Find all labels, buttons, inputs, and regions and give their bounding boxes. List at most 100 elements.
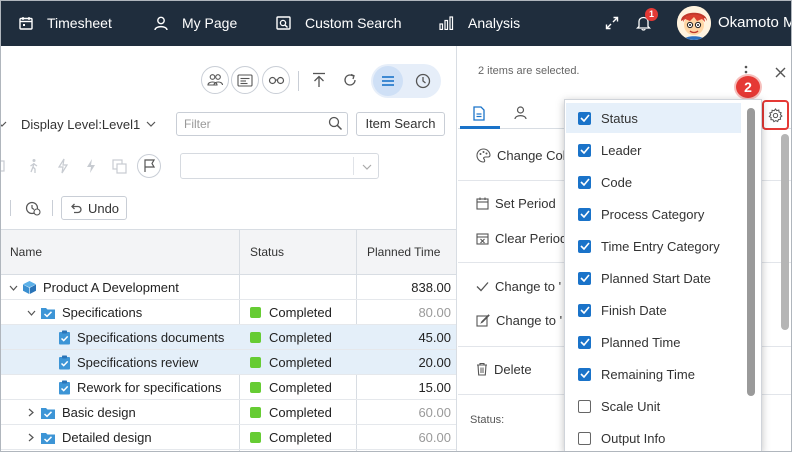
row-planned-time: 838.00 [411,280,451,295]
checkbox-checked-icon[interactable] [578,143,591,157]
status-color-indicator [250,432,261,443]
table-row[interactable]: Basic design Completed 60.00 [0,400,456,425]
table-row[interactable]: Product A Development 838.00 [0,275,456,300]
column-option[interactable]: Status [566,103,741,133]
column-header-planned-time[interactable]: Planned Time [367,230,440,274]
checkbox-checked-icon[interactable] [578,335,591,349]
project-cube-icon [22,280,37,295]
filter-input[interactable]: Filter [176,112,348,136]
column-option[interactable]: Remaining Time [566,359,741,389]
column-settings-button[interactable] [762,100,789,130]
checkbox-checked-icon[interactable] [578,239,591,253]
undo-button[interactable]: Undo [61,196,127,220]
checkbox-checked-icon[interactable] [578,303,591,317]
checkbox-unchecked-icon[interactable] [578,399,591,413]
clear-period-action[interactable]: Clear Period [476,228,567,248]
delete-action[interactable]: Delete [476,359,532,379]
display-level-select[interactable]: Display Level:Level1 [0,114,156,134]
column-option[interactable]: Finish Date [566,295,741,325]
checkbox-unchecked-icon[interactable] [578,431,591,445]
avatar-face-icon [677,6,711,40]
refresh-button[interactable] [336,66,364,94]
menu-scrollbar-thumb[interactable] [747,108,755,396]
column-option[interactable]: Planned Start Date [566,263,741,293]
nav-custom-search[interactable]: Custom Search [276,0,401,46]
change-color-label: Change Col [497,147,566,163]
column-option[interactable]: Time Entry Category [566,231,741,261]
checkbox-checked-icon[interactable] [578,367,591,381]
chevron-down-icon[interactable] [8,285,18,291]
table-row[interactable]: Specifications review Completed 20.00 [0,350,456,375]
column-header-name[interactable]: Name [10,230,42,274]
user-icon [513,106,527,120]
column-separator[interactable] [239,230,240,274]
members-icon [207,74,223,86]
flash-icon [87,159,95,173]
nav-timesheet[interactable]: Timesheet [19,0,112,46]
change-to-action-2[interactable]: Change to ' [476,310,562,330]
checkbox-checked-icon[interactable] [578,111,591,125]
move-top-button[interactable] [305,66,333,94]
tab-details[interactable] [465,99,493,127]
column-option[interactable]: Process Category [566,199,741,229]
nav-analysis[interactable]: Analysis [439,0,520,46]
avatar[interactable] [677,6,711,40]
change-color-action[interactable]: Change Col [476,145,566,165]
column-option[interactable]: Leader [566,135,741,165]
table-row[interactable]: Specifications documents Completed 45.00 [0,325,456,350]
tab-members[interactable] [506,99,534,127]
notification-button[interactable] [636,0,651,46]
gear-icon [768,107,783,122]
column-option[interactable]: Output Info [566,423,741,451]
column-option-label: Time Entry Category [601,238,720,254]
trash-icon [477,362,487,376]
flag-button[interactable] [137,154,161,178]
table-row[interactable]: Detailed design Completed 60.00 [0,425,456,450]
change-to-action-1[interactable]: Change to ' [476,276,561,296]
table-row[interactable]: Specifications Completed 80.00 [0,300,456,325]
set-period-action[interactable]: Set Period [476,193,556,213]
user-name[interactable]: Okamoto M [718,0,792,46]
undo-icon [71,203,82,214]
item-search-button[interactable]: Item Search [356,112,445,136]
column-option[interactable]: Scale Unit [566,391,741,421]
chevron-right-icon[interactable] [26,408,36,417]
column-option[interactable]: Code [566,167,741,197]
chevron-down-icon[interactable] [26,310,36,316]
column-option-label: Output Info [601,430,666,446]
column-separator[interactable] [356,230,357,274]
chevron-right-icon[interactable] [26,433,36,442]
filter-placeholder: Filter [184,117,211,131]
expand-arrows-icon [605,16,619,30]
delete-label: Delete [494,361,532,377]
checkbox-checked-icon[interactable] [578,271,591,285]
glasses-button[interactable] [262,66,290,94]
row-name-cell: Basic design [26,400,136,425]
column-option[interactable]: Planned Time [566,327,741,357]
row-name-label: Specifications documents [77,330,225,345]
flag-select[interactable] [180,153,379,179]
expand-button[interactable] [605,0,619,46]
checkbox-checked-icon[interactable] [578,207,591,221]
row-status-label: Completed [269,405,332,420]
toolbar-divider [10,200,11,216]
checkbox-checked-icon[interactable] [578,175,591,189]
history-button[interactable] [19,194,47,222]
column-option-label: Finish Date [601,302,667,318]
timeline-view-button[interactable] [409,67,437,95]
card-view-button[interactable] [231,66,259,94]
search-icon[interactable] [328,116,343,131]
close-panel-button[interactable] [766,58,792,86]
chevron-down-icon [0,121,7,127]
side-scrollbar-thumb[interactable] [781,134,789,330]
clear-period-label: Clear Period [495,230,568,246]
list-view-button[interactable] [373,66,403,96]
row-name-cell: Specifications documents [44,325,224,350]
table-row[interactable]: Rework for specifications Completed 15.00 [0,375,456,400]
nav-my-page[interactable]: My Page [154,0,237,46]
palette-icon [476,147,491,163]
members-button[interactable] [201,66,229,94]
column-header-status[interactable]: Status [250,230,284,274]
list-icon [382,76,394,86]
change-to-label-1: Change to ' [495,278,562,294]
